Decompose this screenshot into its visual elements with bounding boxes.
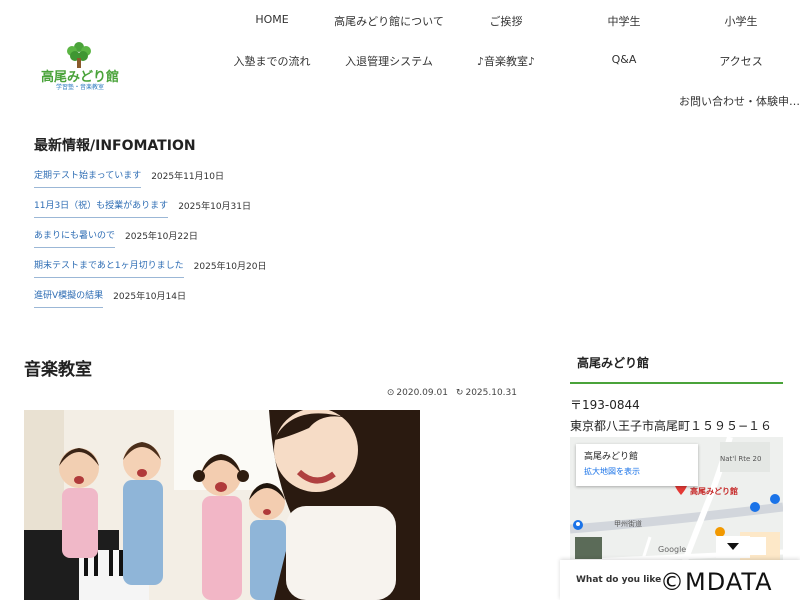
news-date: 2025年10月31日 <box>178 201 251 212</box>
sidebar-title: 高尾みどり館 <box>577 356 650 370</box>
news-item: 進研V模擬の結果 2025年10月14日 <box>34 280 394 310</box>
map-road-label: 甲州街道 <box>614 520 642 528</box>
map-enlarge-link[interactable]: 拡大地図を表示 <box>584 466 690 477</box>
news-link[interactable]: あまりにも暑いので <box>34 222 116 248</box>
music-class-illustration <box>24 410 420 600</box>
news-date: 2025年11月10日 <box>151 171 225 182</box>
news-item: 定期テスト始まっています 2025年11月10日 <box>34 160 394 190</box>
refresh-icon: ↻ <box>455 388 464 398</box>
published-date: ⊙ 2020.09.01 <box>386 388 448 398</box>
map-place-name: 高尾みどり館 <box>584 452 639 462</box>
news-link[interactable]: 定期テスト始まっています <box>34 162 142 188</box>
nav-about[interactable]: 高尾みどり館について <box>324 13 454 29</box>
sidebar-address: 東京都八王子市高尾町１５９５−１６ <box>570 419 773 433</box>
article-title: 音楽教室 <box>24 360 92 380</box>
news-heading: 最新情報/INFOMATION <box>34 138 196 154</box>
news-item: 11月3日（祝）も授業があります 2025年10月31日 <box>34 190 394 220</box>
chat-question: What do you like <box>576 575 662 585</box>
article-dates: ⊙ 2020.09.01 ↻ 2025.10.31 <box>387 388 517 398</box>
copyright-watermark: ©MDATA <box>660 568 773 596</box>
site-logo[interactable]: 高尾みどり館 学習塾・音楽教室 <box>34 40 126 92</box>
nav-elementary[interactable]: 小学生 <box>676 13 800 29</box>
clock-icon: ⊙ <box>386 388 395 398</box>
music-class-photo <box>24 410 420 600</box>
nav-access[interactable]: アクセス <box>676 53 800 69</box>
nav-contact[interactable]: お問い合わせ・体験申… <box>679 93 800 109</box>
nav-junior-high[interactable]: 中学生 <box>559 13 689 29</box>
sidebar-divider <box>570 382 783 384</box>
news-date: 2025年10月22日 <box>125 231 198 242</box>
news-date: 2025年10月14日 <box>113 291 186 302</box>
nav-music-class[interactable]: ♪音楽教室♪ <box>441 53 571 69</box>
news-list: 定期テスト始まっています 2025年11月10日 11月3日（祝）も授業がありま… <box>34 160 394 310</box>
nav-home[interactable]: HOME <box>207 13 337 26</box>
chevron-down-icon <box>727 543 739 550</box>
map-pin-label: 高尾みどり館 <box>690 487 738 496</box>
sidebar-zip: 〒193-0844 <box>570 398 640 412</box>
map-info-card: 高尾みどり館 拡大地図を表示 <box>576 444 698 486</box>
map-google-logo: Google <box>658 545 687 554</box>
news-date: 2025年10月20日 <box>193 261 267 272</box>
news-link[interactable]: 期末テストまであと1ヶ月切りました <box>34 252 184 278</box>
updated-date: ↻ 2025.10.31 <box>455 388 517 398</box>
news-link[interactable]: 11月3日（祝）も授業があります <box>34 192 169 218</box>
news-item: あまりにも暑いので 2025年10月22日 <box>34 220 394 250</box>
nav-entry-system[interactable]: 入退管理システム <box>324 53 454 69</box>
chat-collapse-button[interactable] <box>716 536 750 558</box>
news-item: 期末テストまであと1ヶ月切りました 2025年10月20日 <box>34 250 394 280</box>
nav-qa[interactable]: Q&A <box>559 53 689 66</box>
logo-subtitle: 学習塾・音楽教室 <box>55 84 104 91</box>
nav-greeting[interactable]: ご挨拶 <box>441 13 571 29</box>
main-nav: HOME 高尾みどり館について ご挨拶 中学生 小学生 入塾までの流れ 入退管理… <box>210 0 800 80</box>
map-route-label: Nat'l Rte 20 <box>720 455 762 463</box>
tree-logo-icon <box>67 42 91 68</box>
nav-enrollment-flow[interactable]: 入塾までの流れ <box>207 53 337 69</box>
news-link[interactable]: 進研V模擬の結果 <box>34 282 104 308</box>
